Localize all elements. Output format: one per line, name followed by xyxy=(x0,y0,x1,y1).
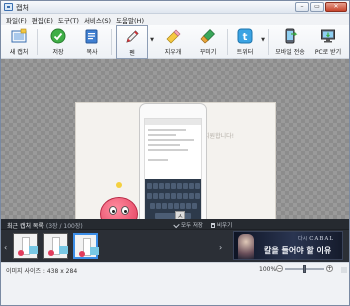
pen-label: 펜 xyxy=(129,50,135,57)
pen-icon xyxy=(126,30,139,43)
zoom-percent: 100% xyxy=(259,266,277,273)
ad-brand: 다시 CABAL xyxy=(298,235,334,242)
toolbar: 새 캡처 저장 복사 펜 ▼ 지우개 꾸미기 t 트위터 ▼ 모바일 전송 PC… xyxy=(1,25,349,59)
recent-captures-header: 최근 캡처 목록 (3장 / 100장) 모두 저장 비우기 xyxy=(1,219,349,230)
image-size-readout: 이미지 사이즈 : 438 x 284 xyxy=(6,268,78,275)
decorate-label: 꾸미기 xyxy=(199,49,217,56)
toolbar-separator xyxy=(111,29,112,55)
resize-grip-icon[interactable] xyxy=(341,267,347,273)
eraser-label: 지우개 xyxy=(164,49,182,56)
mobile-send-button[interactable]: 모바일 전송 xyxy=(271,25,309,59)
twitter-button[interactable]: t 트위터 xyxy=(231,25,259,59)
clear-button[interactable]: 비우기 xyxy=(211,221,232,229)
recent-thumbnail[interactable] xyxy=(43,233,68,259)
copy-label: 복사 xyxy=(86,49,98,56)
pen-button[interactable]: 펜 xyxy=(116,25,148,59)
pc-receive-button[interactable]: PC로 받기 xyxy=(310,25,346,59)
recent-thumbnail-selected[interactable] xyxy=(73,233,99,259)
toolbar-separator xyxy=(37,29,38,55)
check-icon xyxy=(173,221,180,228)
menu-service[interactable]: 서비스(S) xyxy=(84,15,111,25)
new-capture-icon xyxy=(11,28,27,43)
advertisement-banner[interactable]: 다시 CABAL 칼을 들어야 할 이유 xyxy=(233,231,343,260)
ad-copy: 칼을 들어야 할 이유 xyxy=(264,246,332,255)
twitter-dropdown-arrow-icon[interactable]: ▼ xyxy=(260,35,266,45)
capture-window: 캡처 – ▭ ✕ 파일(F) 편집(E) 도구(T) 서비스(S) 도움말(H)… xyxy=(0,0,350,306)
menu-help[interactable]: 도움말(H) xyxy=(116,15,144,25)
title-bar: 캡처 – ▭ ✕ xyxy=(1,1,349,14)
save-all-button[interactable]: 모두 저장 xyxy=(173,221,203,229)
save-all-label: 모두 저장 xyxy=(181,223,203,229)
app-icon xyxy=(4,3,13,11)
mobile-send-label: 모바일 전송 xyxy=(275,49,305,56)
pen-dropdown-arrow-icon[interactable]: ▼ xyxy=(149,35,155,45)
menu-edit[interactable]: 편집(E) xyxy=(32,15,53,25)
decorate-button[interactable]: 꾸미기 xyxy=(194,25,222,59)
save-check-icon xyxy=(50,28,66,44)
scroll-right-icon[interactable]: › xyxy=(219,243,222,252)
copy-button[interactable]: 복사 xyxy=(78,25,106,59)
maximize-button[interactable]: ▭ xyxy=(310,2,324,12)
window-title: 캡처 xyxy=(16,4,29,12)
new-capture-label: 새 캡처 xyxy=(9,49,29,56)
eraser-button[interactable]: 지우개 xyxy=(159,25,187,59)
save-label: 저장 xyxy=(52,49,64,56)
new-capture-button[interactable]: 새 캡처 xyxy=(4,25,34,59)
twitter-label: 트위터 xyxy=(236,49,254,56)
phone-illustration xyxy=(139,103,207,228)
toolbar-separator xyxy=(227,29,228,55)
save-button[interactable]: 저장 xyxy=(44,25,72,59)
window-controls: – ▭ ✕ xyxy=(295,2,347,12)
pc-receive-label: PC로 받기 xyxy=(314,49,342,56)
pc-receive-icon xyxy=(321,29,335,43)
close-button[interactable]: ✕ xyxy=(325,2,347,12)
eraser-icon xyxy=(166,29,181,44)
phone-keyboard xyxy=(145,179,201,223)
menu-bar: 파일(F) 편집(E) 도구(T) 서비스(S) 도움말(H) xyxy=(1,14,349,25)
ad-character-image xyxy=(238,234,254,259)
toolbar-separator xyxy=(268,29,269,55)
recent-captures-title-text: 최근 캡처 목록 xyxy=(7,223,44,230)
phone-screen xyxy=(144,118,202,224)
minimize-button[interactable]: – xyxy=(295,2,309,12)
capture-canvas[interactable]: 안드로이드를 지원합니다! xyxy=(1,59,349,247)
menu-file[interactable]: 파일(F) xyxy=(6,15,27,25)
recent-captures-panel: 최근 캡처 목록 (3장 / 100장) 모두 저장 비우기 ‹ › 다시 CA… xyxy=(1,219,349,262)
decorate-brush-icon xyxy=(200,29,215,44)
ad-brand-name: CABAL xyxy=(309,236,335,242)
twitter-icon: t xyxy=(237,28,253,44)
zoom-out-button[interactable]: − xyxy=(276,265,283,272)
recent-captures-title: 최근 캡처 목록 (3장 / 100장) xyxy=(7,221,83,230)
menu-tools[interactable]: 도구(T) xyxy=(58,15,79,25)
clear-label: 비우기 xyxy=(217,223,233,229)
zoom-in-button[interactable]: + xyxy=(326,265,333,272)
mobile-send-icon xyxy=(285,28,298,44)
recent-thumbnail[interactable] xyxy=(13,233,38,259)
trash-icon xyxy=(211,222,215,228)
recent-captures-count: (3장 / 100장) xyxy=(45,223,83,230)
status-bar: 이미지 사이즈 : 438 x 284 100% − + xyxy=(1,262,349,305)
decorative-dot xyxy=(116,182,122,188)
copy-document-icon xyxy=(85,29,98,44)
ad-brand-prefix: 다시 xyxy=(298,236,308,242)
scroll-left-icon[interactable]: ‹ xyxy=(4,243,7,252)
recent-captures-actions: 모두 저장 비우기 xyxy=(173,221,232,229)
svg-text:t: t xyxy=(243,32,248,43)
zoom-slider-thumb[interactable] xyxy=(302,265,306,273)
